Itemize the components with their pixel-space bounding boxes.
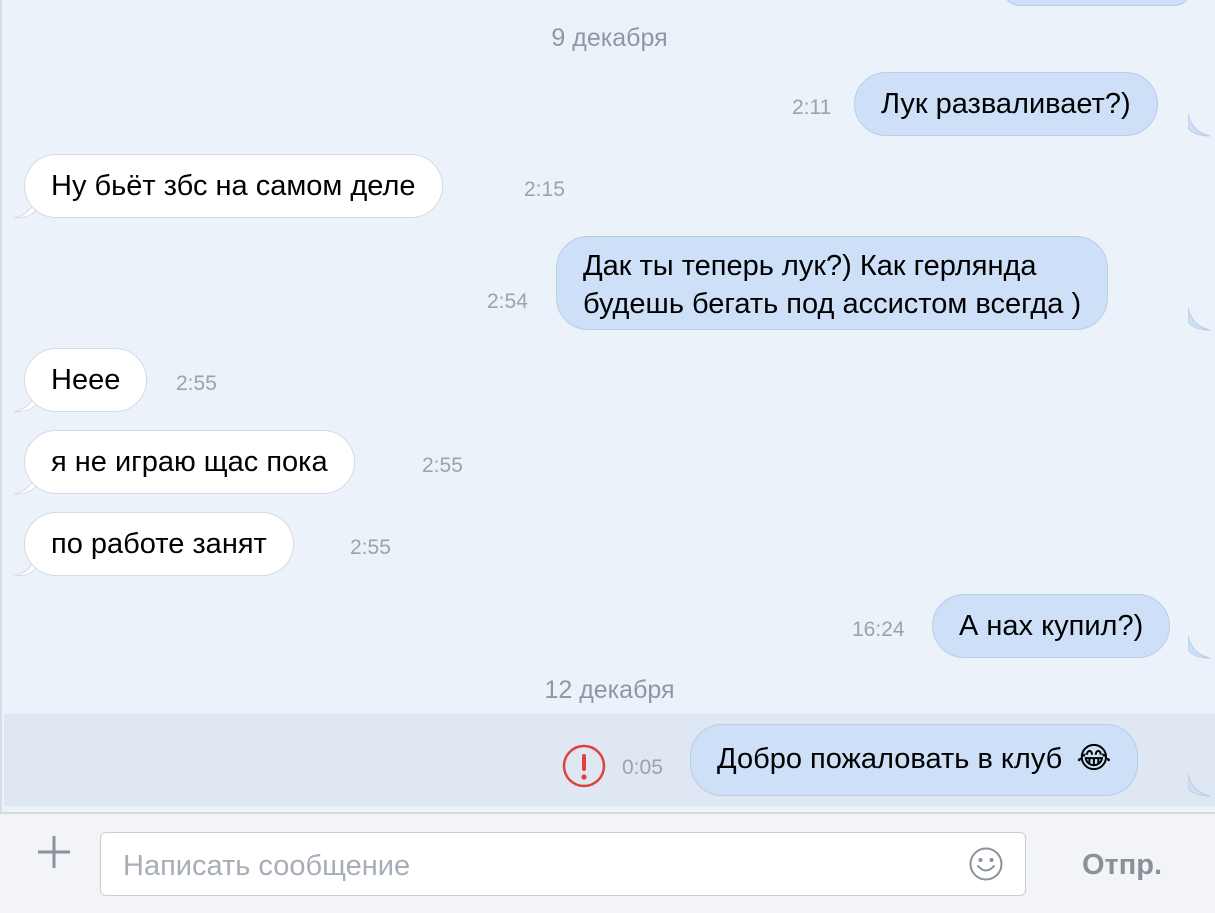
message-text-line: будешь бегать под ассистом всегда ) xyxy=(583,288,1082,320)
message-text: А нах купил?) xyxy=(959,610,1144,642)
message-time: 0:05 xyxy=(622,756,663,779)
smiley-icon[interactable] xyxy=(968,846,1004,882)
date-separator: 12 декабря xyxy=(544,676,675,704)
message-time: 2:55 xyxy=(350,536,391,559)
incoming-message-bubble[interactable]: я не играю щас пока xyxy=(24,430,355,494)
bubble-tail xyxy=(1188,114,1211,137)
previous-message-bubble xyxy=(1002,0,1192,6)
message-time: 2:55 xyxy=(176,372,217,395)
bubble-tail xyxy=(1188,774,1211,797)
message-time: 16:24 xyxy=(852,618,905,641)
laughing-emoji: 😂 xyxy=(1076,742,1112,775)
incoming-message-bubble[interactable]: Ну бьёт збс на самом деле xyxy=(24,154,443,218)
message-text: Неее xyxy=(51,364,121,396)
incoming-message-bubble[interactable]: по работе занят xyxy=(24,512,294,576)
message-text: я не играю щас пока xyxy=(51,446,328,478)
outgoing-message-bubble[interactable]: Добро пожаловать в клуб 😂 xyxy=(690,724,1139,796)
bubble-tail xyxy=(1188,308,1211,331)
message-time: 2:15 xyxy=(524,178,565,201)
message-text: Лук разваливает?) xyxy=(881,88,1131,120)
bubble-tail xyxy=(1188,636,1211,659)
outgoing-message-bubble[interactable]: Лук разваливает?) xyxy=(854,72,1158,136)
message-input-box[interactable] xyxy=(100,832,1026,896)
send-error-icon[interactable] xyxy=(562,744,606,788)
outgoing-message-bubble[interactable]: А нах купил?) xyxy=(932,594,1171,658)
plus-icon[interactable] xyxy=(34,832,74,872)
message-input[interactable] xyxy=(121,843,955,889)
send-button[interactable]: Отпр. xyxy=(1062,843,1182,887)
incoming-message-bubble[interactable]: Неее xyxy=(24,348,148,412)
message-text: Ну бьёт збс на самом деле xyxy=(51,170,416,202)
message-time: 2:54 xyxy=(487,290,528,313)
message-text: Добро пожаловать в клуб xyxy=(717,743,1063,775)
message-time: 2:11 xyxy=(792,96,832,119)
date-separator: 9 декабря xyxy=(551,24,668,52)
message-time: 2:55 xyxy=(422,454,463,477)
message-text-line: Дак ты теперь лук?) Как герлянда xyxy=(583,250,1037,282)
chat-history[interactable]: 9 декабря 2:11 Лук разваливает?) Ну бьёт… xyxy=(0,0,1215,812)
messenger-screen: 9 декабря 2:11 Лук разваливает?) Ну бьёт… xyxy=(0,0,1215,913)
message-text: по работе занят xyxy=(51,528,267,560)
outgoing-message-bubble[interactable]: Дак ты теперь лук?) Как герлянда будешь … xyxy=(556,236,1109,330)
